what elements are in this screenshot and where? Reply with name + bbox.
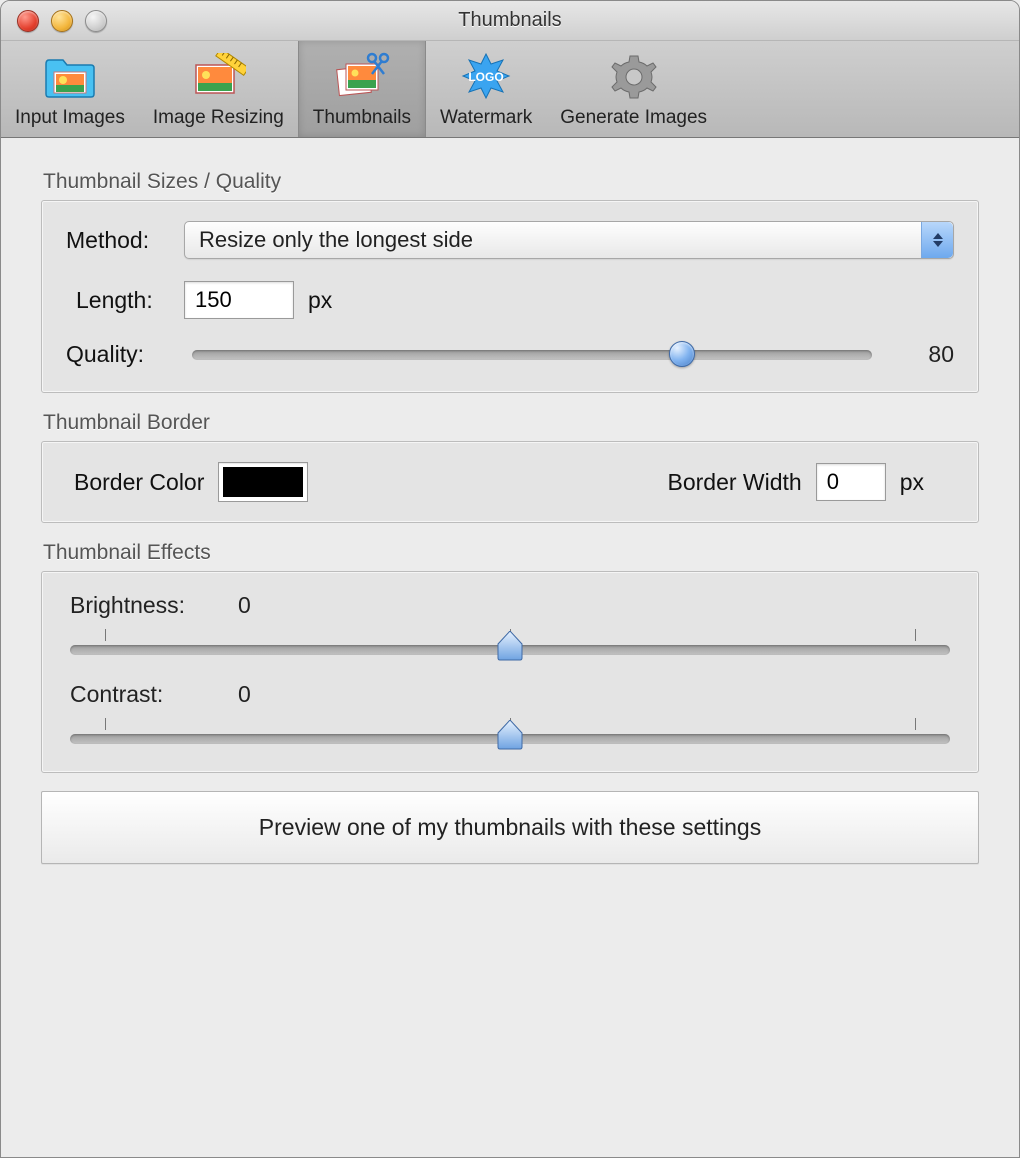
gear-icon	[604, 51, 664, 101]
tab-input-images[interactable]: Input Images	[1, 41, 139, 137]
tab-label: Input Images	[15, 107, 125, 129]
resize-ruler-icon	[188, 51, 248, 101]
toolbar: Input Images	[1, 41, 1019, 138]
quality-slider-thumb[interactable]	[669, 341, 695, 367]
tab-label: Watermark	[440, 107, 532, 129]
tab-label: Thumbnails	[313, 107, 411, 129]
length-input[interactable]	[184, 281, 294, 319]
thumbnails-scissors-icon	[332, 51, 392, 101]
brightness-slider[interactable]	[70, 629, 950, 655]
border-color-label: Border Color	[74, 469, 204, 496]
quality-slider[interactable]	[192, 350, 872, 360]
method-value: Resize only the longest side	[199, 227, 473, 253]
section-title: Thumbnail Sizes / Quality	[43, 170, 979, 194]
brightness-value: 0	[238, 592, 251, 619]
tab-generate-images[interactable]: Generate Images	[546, 41, 721, 137]
quality-value: 80	[894, 341, 954, 368]
tab-label: Image Resizing	[153, 107, 284, 129]
tab-watermark[interactable]: LOGO Watermark	[426, 41, 546, 137]
tab-label: Generate Images	[560, 107, 707, 129]
section-title: Thumbnail Border	[43, 411, 979, 435]
brightness-label: Brightness:	[70, 592, 220, 619]
length-label: Length:	[66, 287, 170, 314]
section-border: Thumbnail Border Border Color Border Wid…	[41, 411, 979, 523]
preview-button-label: Preview one of my thumbnails with these …	[259, 814, 761, 840]
section-title: Thumbnail Effects	[43, 541, 979, 565]
logo-burst-icon: LOGO	[456, 51, 516, 101]
dropdown-arrows-icon	[921, 222, 953, 258]
border-width-input[interactable]	[816, 463, 886, 501]
contrast-value: 0	[238, 681, 251, 708]
border-panel: Border Color Border Width px	[41, 441, 979, 523]
contrast-label: Contrast:	[70, 681, 220, 708]
window-title: Thumbnails	[1, 9, 1019, 32]
effects-panel: Brightness: 0	[41, 571, 979, 773]
content: Thumbnail Sizes / Quality Method: Resize…	[1, 138, 1019, 1157]
section-sizes: Thumbnail Sizes / Quality Method: Resize…	[41, 170, 979, 393]
border-width-unit: px	[900, 469, 924, 496]
section-effects: Thumbnail Effects Brightness: 0	[41, 541, 979, 773]
border-width-label: Border Width	[667, 469, 801, 496]
folder-image-icon	[40, 51, 100, 101]
length-unit: px	[308, 287, 332, 314]
tab-image-resizing[interactable]: Image Resizing	[139, 41, 298, 137]
method-label: Method:	[66, 227, 170, 254]
border-color-swatch	[223, 467, 303, 497]
brightness-slider-thumb[interactable]	[497, 631, 523, 661]
svg-text:LOGO: LOGO	[468, 70, 503, 84]
tab-thumbnails[interactable]: Thumbnails	[298, 41, 426, 137]
window: Thumbnails Input Images	[0, 0, 1020, 1158]
contrast-slider-thumb[interactable]	[497, 720, 523, 750]
sizes-panel: Method: Resize only the longest side Len…	[41, 200, 979, 393]
border-color-picker[interactable]	[218, 462, 308, 502]
method-dropdown[interactable]: Resize only the longest side	[184, 221, 954, 259]
contrast-slider[interactable]	[70, 718, 950, 744]
titlebar: Thumbnails	[1, 1, 1019, 41]
quality-label: Quality:	[66, 341, 170, 368]
preview-button[interactable]: Preview one of my thumbnails with these …	[41, 791, 979, 864]
